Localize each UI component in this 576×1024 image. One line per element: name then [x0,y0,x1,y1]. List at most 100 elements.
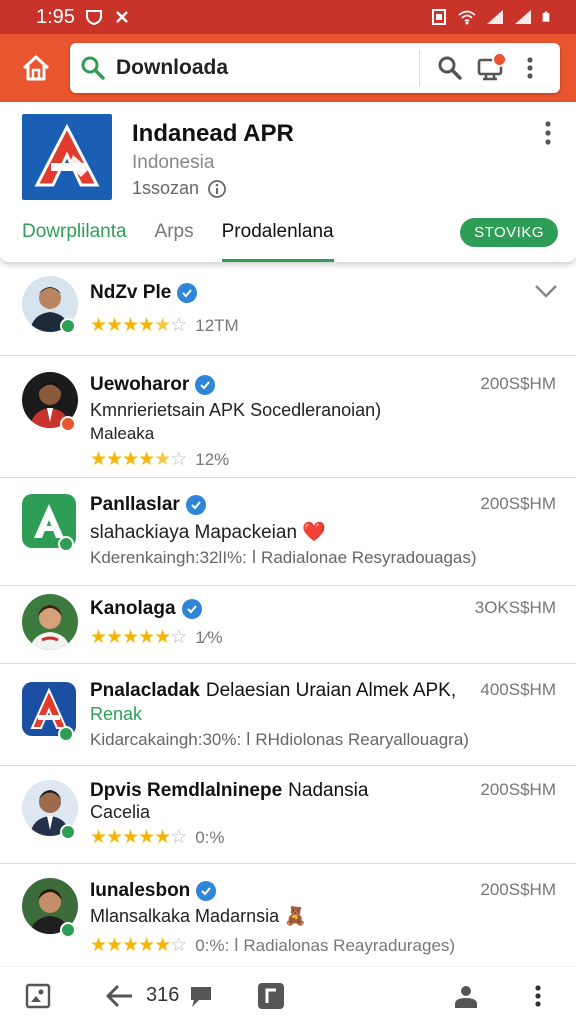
gallery-button[interactable] [22,980,54,1012]
bottom-overflow-button[interactable] [522,980,554,1012]
list-item[interactable]: Dpvis Remdlalninepe Nadansia 200S$HM Cac… [0,766,576,864]
tab-products[interactable]: Prodalenlana [221,202,334,262]
comment-icon [191,986,212,1007]
rating-value: 0:% [195,827,225,847]
rating-value: 0:%: ⅼ Radialonas Reayradurages) [195,935,456,955]
rating: ★★★★ ★ ☆ 12TM [90,314,239,337]
comment-button[interactable] [185,980,217,1012]
status-time: 1:95 [36,5,75,28]
avatar [22,594,78,650]
rating: ★★★★★ ☆ 1⁄% [90,626,223,649]
rating: ★★★★★ ☆ 0:% [90,826,225,849]
verified-icon [181,599,202,619]
rating-value: 1⁄% [195,627,223,647]
search-button[interactable] [430,48,470,88]
close-notification-icon [116,11,128,23]
rating-value: 12TM [195,315,239,335]
app-logo[interactable] [22,114,112,200]
item-description: Kmnrierietsain APK Socedleranoian) [90,400,382,420]
online-badge [58,726,74,742]
empty-star: ☆ [170,827,188,848]
app-subtitle: Indonesia [132,152,215,173]
tab-apps[interactable]: Arps [155,202,194,262]
tab-bar: Dowrplilanta Arps Prodalenlana STOVIKG [0,202,576,262]
status-badge [60,416,76,432]
empty-star: ☆ [170,315,188,336]
profile-button[interactable] [450,980,482,1012]
half-star: ★ [154,315,171,336]
rating: ★★★★★ ☆ 0:%: ⅼ Radialonas Reayradurages) [90,934,455,957]
online-badge [60,318,76,334]
wifi-icon [458,10,476,25]
info-icon[interactable] [207,179,227,199]
empty-star: ☆ [170,449,188,470]
tab-downloads[interactable]: Dowrplilanta [22,202,127,262]
app-meta: 1ssozan [132,178,294,199]
cart-button[interactable] [470,48,510,88]
item-description: slahackiaya Mapackeian ❤️ [90,522,326,543]
app-info: Indanead APR Indonesia 1ssozan [0,102,576,202]
item-name: Dpvis Remdlalninepe Nadansia [90,780,369,801]
show-button[interactable]: STOVIKG [460,217,558,247]
overflow-menu-button[interactable] [510,48,550,88]
item-author: Cacelia [90,802,151,822]
home-button[interactable] [16,48,56,88]
list-item[interactable]: Uewoharor 200S$HM Kmnrierietsain APK Soc… [0,356,576,478]
app-title: Indanead APR [132,120,294,147]
item-size: 200S$HM [480,780,556,799]
app-toolbar: Downloada [0,34,576,102]
share-button[interactable] [104,980,136,1012]
list-item[interactable]: Kanolaga 3OKS$HM ★★★★★ ☆ 1⁄% [0,586,576,664]
half-star: ★ [154,449,171,470]
more-vert-icon [527,57,533,79]
item-author: Maleaka [90,424,155,443]
rating-value: 12% [195,449,230,469]
search-field[interactable]: Downloada [70,43,560,93]
chevron-down-icon[interactable] [534,284,558,298]
item-meta: Kderenkaingh:32lI%: ⅼ Radialonae Resyrad… [90,548,477,567]
item-author: Renak [90,704,143,724]
item-size: 200S$HM [480,494,556,513]
verified-icon [185,495,206,515]
search-icon [438,56,462,80]
cart-badge [492,52,507,67]
app-meta-text: 1ssozan [132,178,200,198]
image-icon [25,983,51,1008]
rating-stars: ★★★★ [90,315,155,336]
item-name: NdZv Ple [90,282,198,304]
list-item[interactable]: Panllaslar 200S$HM slahackiaya Mapackeia… [0,478,576,586]
item-name: Uewoharor [90,374,216,396]
online-badge [60,824,76,840]
sim-icon [432,9,446,25]
verified-icon [177,283,198,303]
app-logo-icon [34,123,100,187]
bookmark-button[interactable] [255,980,287,1012]
item-name: Kanolaga [90,598,202,620]
signal-2-icon [515,10,531,24]
item-size: 3OKS$HM [474,598,556,617]
verified-icon [195,375,216,395]
search-query[interactable]: Downloada [116,56,409,80]
empty-star: ☆ [170,935,188,956]
rating-stars: ★★★★ [90,449,155,470]
share-icon [106,984,132,1007]
item-name: Iunalesbon [90,880,217,902]
list-item[interactable]: Iunalesbon 200S$HM Mlansalkaka Madarnsia… [0,864,576,964]
rating: ★★★★ ★ ☆ 12% [90,448,229,471]
bookmark-icon [258,982,285,1009]
list-item[interactable]: NdZv Ple ★★★★ ★ ☆ 12TM [0,262,576,356]
verified-icon [196,881,217,901]
app-header-card: Indanead APR Indonesia 1ssozan Dowrplila… [0,102,576,262]
empty-star: ☆ [170,627,188,648]
more-vert-icon[interactable] [540,120,556,148]
signal-icon [487,10,503,24]
shield-icon [85,10,102,25]
rating-stars: ★★★★★ [90,827,171,848]
home-icon [22,55,50,81]
item-name: Panllaslar [90,494,206,516]
item-size: 200S$HM [480,880,556,899]
rating-stars: ★★★★★ [90,935,171,956]
comment-count: 316 [146,984,180,1006]
item-title-tail: Delaesian Uraian Almek APK, [205,680,457,701]
list-item[interactable]: Pnalacladak Delaesian Uraian Almek APK, … [0,664,576,766]
